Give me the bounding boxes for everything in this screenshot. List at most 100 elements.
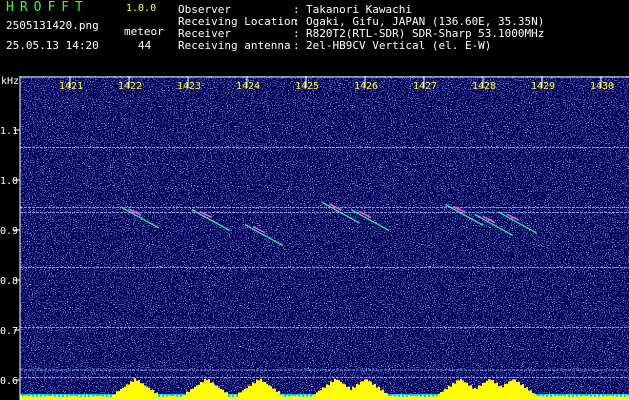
level-bar	[196, 385, 198, 400]
level-bar	[504, 383, 506, 400]
level-bar	[192, 388, 194, 400]
level-bar	[526, 387, 528, 400]
level-bar	[446, 389, 448, 400]
level-bar	[364, 379, 366, 400]
level-bar	[626, 394, 628, 400]
level-bar	[254, 383, 256, 400]
level-bar	[68, 395, 70, 400]
level-bar	[554, 396, 556, 400]
level-bar	[580, 396, 582, 400]
level-bar	[470, 385, 472, 400]
level-bar	[548, 394, 550, 400]
level-bar	[136, 380, 138, 400]
level-bar	[582, 395, 584, 400]
level-bar	[608, 395, 610, 400]
level-bar	[432, 396, 434, 400]
level-bar	[98, 395, 100, 400]
level-bar	[538, 396, 540, 400]
level-bar	[346, 386, 348, 400]
level-bar	[238, 392, 240, 400]
antenna-value: 2el-HB9CV Vertical (el. E-W)	[306, 39, 492, 52]
level-bar	[94, 395, 96, 400]
level-bar	[292, 395, 294, 400]
level-bar	[246, 388, 248, 400]
level-bar	[376, 387, 378, 400]
level-bar	[248, 385, 250, 400]
level-bar	[322, 387, 324, 400]
level-bar	[274, 388, 276, 400]
level-bar	[586, 396, 588, 400]
level-bar	[314, 394, 316, 400]
level-bar	[218, 387, 220, 400]
level-bar	[354, 387, 356, 400]
level-bar	[116, 391, 118, 400]
level-bar	[602, 396, 604, 400]
level-bar	[220, 388, 222, 400]
level-bar	[320, 390, 322, 400]
app-name: HROFFT	[6, 0, 89, 15]
level-bar	[422, 394, 424, 400]
level-bar	[22, 396, 24, 400]
level-bar	[250, 385, 252, 400]
level-bar	[46, 395, 48, 400]
level-bar	[352, 386, 354, 400]
y-tick-label: 0.8	[0, 276, 18, 287]
level-bar	[54, 396, 56, 400]
level-bar	[462, 380, 464, 400]
level-bar	[426, 394, 428, 400]
level-bar	[416, 396, 418, 400]
y-tick-label: 1.1	[0, 126, 18, 137]
level-bar	[618, 394, 620, 400]
level-bar	[540, 395, 542, 400]
level-bar	[348, 386, 350, 400]
level-bar	[492, 380, 494, 400]
spectrogram-chart: 1421 1422 1423 1424 1425 1426 1427 1428 1429 1430…	[0, 76, 629, 400]
level-bar	[200, 382, 202, 400]
level-bar	[280, 394, 282, 400]
level-bar	[464, 382, 466, 400]
level-bar	[552, 394, 554, 400]
level-bar	[588, 395, 590, 400]
level-bar	[82, 394, 84, 400]
y-tick-label: 0.6	[0, 376, 18, 387]
level-bar	[370, 381, 372, 400]
level-bar	[286, 394, 288, 400]
level-bar	[134, 378, 136, 400]
level-bar	[122, 387, 124, 400]
level-bar	[24, 395, 26, 400]
level-bar	[276, 391, 278, 400]
level-bar	[294, 396, 296, 400]
level-bar	[380, 390, 382, 400]
level-bar	[224, 392, 226, 400]
level-bar	[100, 395, 102, 400]
level-bar	[414, 395, 416, 400]
level-bar	[506, 384, 508, 400]
level-bar	[486, 380, 488, 400]
level-bar	[28, 396, 30, 400]
level-bar	[392, 395, 394, 400]
level-bar	[126, 384, 128, 400]
level-bar	[112, 394, 114, 400]
level-bar	[64, 394, 66, 400]
level-bar	[494, 383, 496, 400]
level-bar	[184, 395, 186, 400]
level-bar	[146, 386, 148, 400]
y-tick-labels: 1.1 1.0 0.9 0.8 0.7 0.6	[0, 126, 20, 387]
level-bar	[172, 396, 174, 400]
level-bar	[478, 385, 480, 400]
level-bar	[518, 381, 520, 400]
level-bar	[472, 388, 474, 400]
level-bar	[90, 394, 92, 400]
level-bar	[50, 396, 52, 400]
level-bar	[104, 394, 106, 400]
x-tick-label: 1430	[590, 81, 614, 92]
level-bar	[226, 392, 228, 400]
x-tick-label: 1429	[531, 81, 555, 92]
level-bar	[208, 379, 210, 400]
level-bar	[48, 395, 50, 400]
header-panel: HROFFT 1.0.0 2505131420.png meteor 25.05…	[0, 0, 629, 76]
x-tick-label: 1421	[59, 81, 83, 92]
level-bar	[450, 386, 452, 400]
level-bar	[592, 394, 594, 400]
level-bar	[138, 379, 140, 400]
